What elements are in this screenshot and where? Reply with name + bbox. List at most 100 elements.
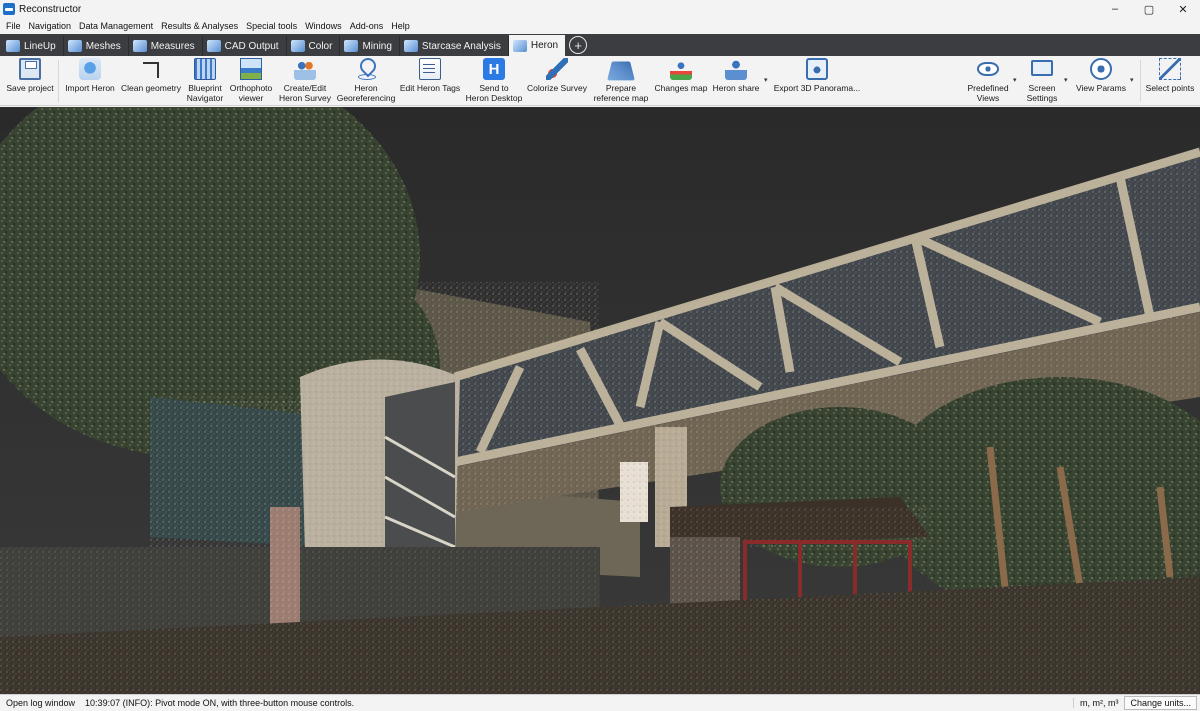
tab-label: Mining — [362, 40, 392, 52]
lineup-icon — [6, 40, 20, 52]
clean-geometry-button[interactable]: Clean geometry — [120, 58, 182, 93]
heron-share-button[interactable]: Heron share — [711, 58, 761, 93]
view-params-dropdown[interactable]: ▾ — [1130, 76, 1134, 84]
button-label: Changes map — [654, 83, 708, 93]
clean-geometry-icon — [143, 62, 159, 78]
heron-share-dropdown[interactable]: ▾ — [764, 76, 768, 84]
change-units-button[interactable]: Change units... — [1124, 696, 1197, 710]
screen-settings-button[interactable]: Screen Settings — [1022, 58, 1062, 103]
select-points-button[interactable]: Select points — [1144, 58, 1196, 93]
button-label: Clean geometry — [120, 83, 181, 93]
heron-georeferencing-button[interactable]: Heron Georeferencing — [336, 58, 396, 103]
survey-icon — [294, 58, 316, 80]
tab-lineup[interactable]: LineUp — [2, 36, 64, 56]
blueprint-navigator-button[interactable]: Blueprint Navigator — [184, 58, 226, 103]
view-params-icon — [1090, 58, 1112, 80]
export-3d-panorama-button[interactable]: Export 3D Panorama... — [774, 58, 860, 93]
location-pin-icon — [355, 58, 377, 80]
close-button[interactable]: ✕ — [1166, 0, 1200, 18]
window-controls: – ▢ ✕ — [1098, 0, 1200, 18]
button-label-line2: Settings — [1026, 93, 1058, 103]
menu-add-ons[interactable]: Add-ons — [346, 21, 388, 31]
send-to-heron-desktop-button[interactable]: H Send to Heron Desktop — [465, 58, 523, 103]
menu-windows[interactable]: Windows — [301, 21, 346, 31]
maximize-button[interactable]: ▢ — [1132, 0, 1166, 18]
tab-color[interactable]: Color — [287, 36, 341, 56]
button-label: Colorize Survey — [527, 83, 587, 93]
button-label-line2: Navigator — [186, 93, 224, 103]
tab-label: Color — [308, 40, 333, 52]
color-icon — [290, 40, 305, 52]
button-label: Select points — [1145, 83, 1195, 93]
menu-results-analyses[interactable]: Results & Analyses — [157, 21, 242, 31]
colorize-survey-button[interactable]: Colorize Survey — [527, 58, 587, 93]
tab-label: Measures — [150, 40, 195, 52]
tab-mining[interactable]: Mining — [340, 36, 400, 56]
button-label-line2: viewer — [238, 93, 264, 103]
menu-help[interactable]: Help — [387, 21, 414, 31]
title-bar: Reconstructor – ▢ ✕ — [0, 0, 1200, 18]
button-label-line1: Screen — [1028, 83, 1056, 93]
menu-navigation[interactable]: Navigation — [25, 21, 76, 31]
divider — [1140, 60, 1141, 102]
3d-viewport[interactable] — [0, 107, 1200, 694]
tab-label: Starcase Analysis — [421, 40, 501, 52]
status-message: 10:39:07 (INFO): Pivot mode ON, with thr… — [85, 698, 355, 708]
add-tab-button[interactable]: + — [569, 36, 588, 54]
menu-file[interactable]: File — [2, 21, 25, 31]
edit-heron-tags-button[interactable]: Edit Heron Tags — [399, 58, 461, 93]
menu-special-tools[interactable]: Special tools — [242, 21, 301, 31]
cad-icon — [206, 40, 221, 52]
point-cloud-render — [0, 107, 1200, 694]
reference-map-icon — [607, 61, 635, 81]
minimize-button[interactable]: – — [1098, 0, 1132, 18]
button-label: View Params — [1076, 83, 1126, 93]
mining-icon — [344, 40, 359, 52]
units-display: m, m², m³ — [1072, 698, 1125, 708]
orthophoto-viewer-button[interactable]: Orthophoto viewer — [229, 58, 273, 103]
import-icon — [79, 58, 101, 80]
button-label: Heron share — [712, 83, 760, 93]
predefined-views-button[interactable]: Predefined Views — [963, 58, 1013, 103]
open-log-window-link[interactable]: Open log window — [0, 698, 85, 708]
tab-meshes[interactable]: Meshes — [64, 36, 129, 56]
tab-label: Heron — [530, 40, 559, 51]
button-label-line1: Prepare — [605, 83, 637, 93]
button-label: Edit Heron Tags — [399, 83, 461, 93]
screen-settings-dropdown[interactable]: ▾ — [1064, 76, 1068, 84]
prepare-reference-map-button[interactable]: Prepare reference map — [592, 58, 650, 103]
status-bar: Open log window 10:39:07 (INFO): Pivot m… — [0, 694, 1200, 711]
tab-measures[interactable]: Measures — [129, 36, 203, 56]
create-edit-heron-survey-button[interactable]: Create/Edit Heron Survey — [278, 58, 332, 103]
panorama-icon — [806, 58, 828, 80]
button-label-line2: reference map — [593, 93, 649, 103]
button-label: Import Heron — [65, 83, 115, 93]
tab-staircase-analysis[interactable]: Starcase Analysis — [400, 36, 509, 56]
paintbrush-icon — [546, 58, 568, 80]
menu-bar: File Navigation Data Management Results … — [0, 18, 1200, 34]
divider — [58, 60, 59, 102]
tab-cad-output[interactable]: CAD Output — [203, 36, 287, 56]
predefined-views-dropdown[interactable]: ▾ — [1013, 76, 1017, 84]
tab-label: LineUp — [24, 40, 56, 52]
tab-bar: LineUp Meshes Measures CAD Output Color … — [0, 34, 1200, 56]
eye-icon — [977, 62, 999, 76]
save-project-button[interactable]: Save project — [6, 58, 54, 93]
button-label-line1: Orthophoto — [229, 83, 273, 93]
changes-map-icon — [670, 58, 692, 80]
edit-tags-icon — [419, 58, 441, 80]
button-label-line1: Send to — [479, 83, 509, 93]
tab-label: CAD Output — [224, 40, 279, 52]
tab-heron[interactable]: Heron — [508, 35, 566, 56]
menu-data-management[interactable]: Data Management — [75, 21, 157, 31]
ribbon-toolbar: Save project Import Heron Clean geometry… — [0, 56, 1200, 106]
meshes-icon — [67, 40, 82, 52]
button-label: Export 3D Panorama... — [773, 83, 861, 93]
view-params-button[interactable]: View Params — [1074, 58, 1128, 93]
button-label-line2: Georeferencing — [336, 93, 396, 103]
save-icon — [19, 58, 41, 80]
button-label-line2: Heron Desktop — [465, 93, 523, 103]
changes-map-button[interactable]: Changes map — [654, 58, 708, 93]
button-label-line1: Blueprint — [188, 83, 222, 93]
import-heron-button[interactable]: Import Heron — [63, 58, 117, 93]
